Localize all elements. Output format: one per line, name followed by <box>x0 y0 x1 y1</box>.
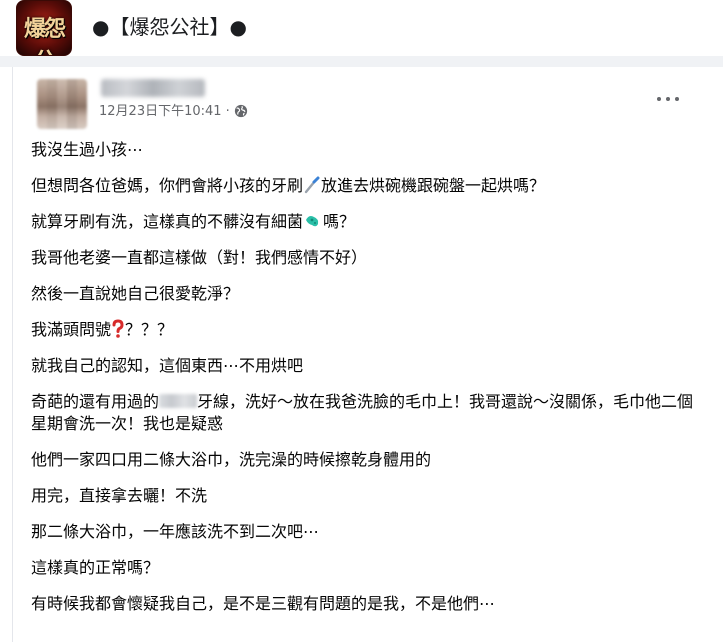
post-line: 這樣真的正常嗎？ <box>31 558 160 577</box>
toothbrush-icon <box>304 176 320 194</box>
post-line: 就算牙刷有洗，這樣真的不髒沒有細菌 嗎？ <box>31 212 356 231</box>
post-line: 我沒生過小孩⋯ <box>31 140 144 159</box>
post-card: 12月23日下午10:41 · 我沒生過小孩⋯ 但想問各位爸媽，你們會將小孩的牙刷… <box>12 67 723 642</box>
post-line: 那二條大浴巾，一年應該洗不到二次吧⋯ <box>31 522 320 541</box>
post-line: 有時候我都會懷疑我自己，是不是三觀有問題的是我，不是他們⋯ <box>31 594 496 613</box>
meta-separator: · <box>225 104 230 119</box>
post-line: 但想問各位爸媽，你們會將小孩的牙刷 放進去烘碗機跟碗盤一起烘嗎？ <box>31 176 546 195</box>
post-body: 我沒生過小孩⋯ 但想問各位爸媽，你們會將小孩的牙刷 放進去烘碗機跟碗盤一起烘嗎？… <box>31 139 701 629</box>
post-line: 就我自己的認知，這個東西⋯不用烘吧 <box>31 356 304 375</box>
post-meta: 12月23日下午10:41 · <box>99 103 248 121</box>
group-logo-icon[interactable]: 爆怨公 <box>16 0 72 56</box>
feed-divider <box>0 56 723 67</box>
group-logo-text: 爆怨公 <box>23 16 66 55</box>
redacted-word <box>159 394 198 408</box>
group-title[interactable]: ●【爆怨公社】● <box>92 12 247 42</box>
post-line: 我滿頭問號 ？？？ <box>31 319 174 339</box>
post-timestamp[interactable]: 12月23日下午10:41 <box>99 104 222 119</box>
post-line: 他們一家四口用二條大浴巾，洗完澡的時候擦乾身體用的 <box>31 450 432 469</box>
post-line: 我哥他老婆一直都這樣做（對！我們感情不好） <box>31 248 368 267</box>
post-line: 用完，直接拿去曬！不洗 <box>31 486 208 505</box>
more-options-icon[interactable] <box>655 89 683 109</box>
group-header: 爆怨公 ●【爆怨公社】● <box>0 0 723 56</box>
globe-icon[interactable] <box>234 104 248 118</box>
red-question-icon <box>112 319 124 338</box>
post-line: 奇葩的還有用過的 牙線，洗好～放在我爸洗臉的毛巾上！我哥還說～沒關係，毛巾他二個星… <box>31 392 694 433</box>
microbe-icon <box>306 216 319 227</box>
author-avatar[interactable] <box>37 79 87 129</box>
post-line: 然後一直說她自己很愛乾淨？ <box>31 284 240 303</box>
author-name-redacted[interactable] <box>101 79 205 97</box>
